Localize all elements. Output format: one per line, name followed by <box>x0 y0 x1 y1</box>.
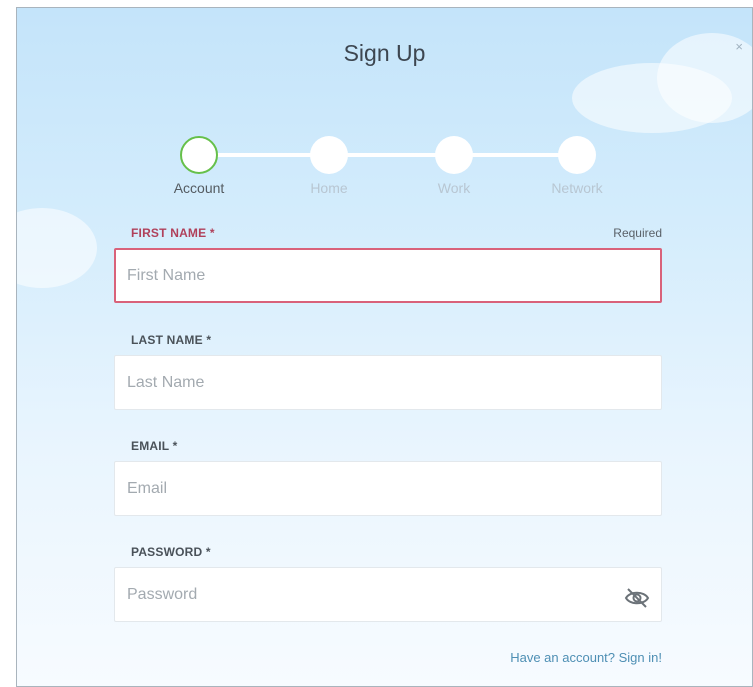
step-label: Home <box>310 180 348 196</box>
step-network[interactable]: Network <box>532 136 622 196</box>
password-label: PASSWORD * <box>131 545 211 559</box>
cloud-decoration <box>17 208 97 288</box>
eye-slash-icon <box>624 588 650 608</box>
first-name-input[interactable] <box>114 248 662 303</box>
step-indicator <box>435 136 473 174</box>
required-error-message: Required <box>613 226 662 240</box>
step-indicator <box>558 136 596 174</box>
step-indicator <box>310 136 348 174</box>
progress-stepper: Account Home Work Network <box>17 136 752 206</box>
step-label: Work <box>437 180 471 196</box>
password-input[interactable] <box>114 567 662 622</box>
sign-in-link[interactable]: Have an account? Sign in! <box>510 650 662 665</box>
step-label: Account <box>173 180 225 196</box>
dialog-title: Sign Up <box>343 40 426 66</box>
step-account[interactable]: Account <box>154 136 244 196</box>
stepper-track <box>200 153 584 157</box>
step-work[interactable]: Work <box>409 136 499 196</box>
step-home[interactable]: Home <box>284 136 374 196</box>
email-input[interactable] <box>114 461 662 516</box>
signup-dialog: × Sign Up Account Home Work Network FIRS… <box>16 7 753 687</box>
step-indicator <box>180 136 218 174</box>
step-label: Network <box>551 180 603 196</box>
toggle-password-visibility-button[interactable] <box>623 586 651 610</box>
email-label: EMAIL * <box>131 439 178 453</box>
last-name-label: LAST NAME * <box>131 333 212 347</box>
last-name-input[interactable] <box>114 355 662 410</box>
first-name-label: FIRST NAME * <box>131 226 215 240</box>
